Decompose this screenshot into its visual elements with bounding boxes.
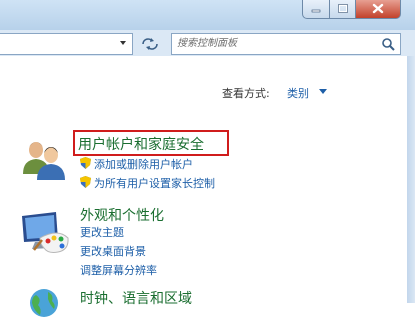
link-parental-controls[interactable]: 为所有用户设置家长控制 <box>94 175 215 191</box>
search-icon[interactable] <box>381 37 395 51</box>
close-icon <box>372 3 384 14</box>
search-input[interactable] <box>177 36 367 51</box>
chevron-down-icon[interactable] <box>118 38 128 48</box>
link-add-remove-user-accounts[interactable]: 添加或删除用户帐户 <box>94 156 193 172</box>
minimize-button[interactable] <box>302 0 330 19</box>
close-button[interactable] <box>356 0 401 19</box>
monitor-palette-icon[interactable] <box>20 210 70 256</box>
maximize-icon <box>337 4 348 13</box>
address-field[interactable] <box>0 33 133 55</box>
link-change-desktop-background[interactable]: 更改桌面背景 <box>80 243 146 259</box>
refresh-icon[interactable] <box>139 35 161 53</box>
view-by-label: 查看方式: <box>222 87 270 100</box>
globe-clock-icon[interactable] <box>28 287 68 317</box>
users-icon[interactable] <box>20 134 68 182</box>
highlight-box <box>73 130 229 156</box>
title-bar <box>0 0 415 30</box>
category-title-clock-language-region[interactable]: 时钟、语言和区域 <box>80 288 192 308</box>
shield-icon <box>80 157 91 169</box>
caption-buttons <box>302 0 401 19</box>
chevron-down-icon[interactable] <box>319 89 327 94</box>
view-by-dropdown[interactable]: 类别 <box>287 85 309 101</box>
link-change-theme[interactable]: 更改主题 <box>80 224 124 240</box>
link-adjust-screen-resolution[interactable]: 调整屏幕分辨率 <box>80 262 157 278</box>
shield-icon <box>80 176 91 188</box>
maximize-button[interactable] <box>330 0 356 19</box>
search-box <box>171 33 401 55</box>
window-right-border <box>407 56 415 303</box>
address-bar <box>0 30 415 56</box>
category-title-appearance[interactable]: 外观和个性化 <box>80 205 164 225</box>
minimize-icon <box>311 9 321 12</box>
